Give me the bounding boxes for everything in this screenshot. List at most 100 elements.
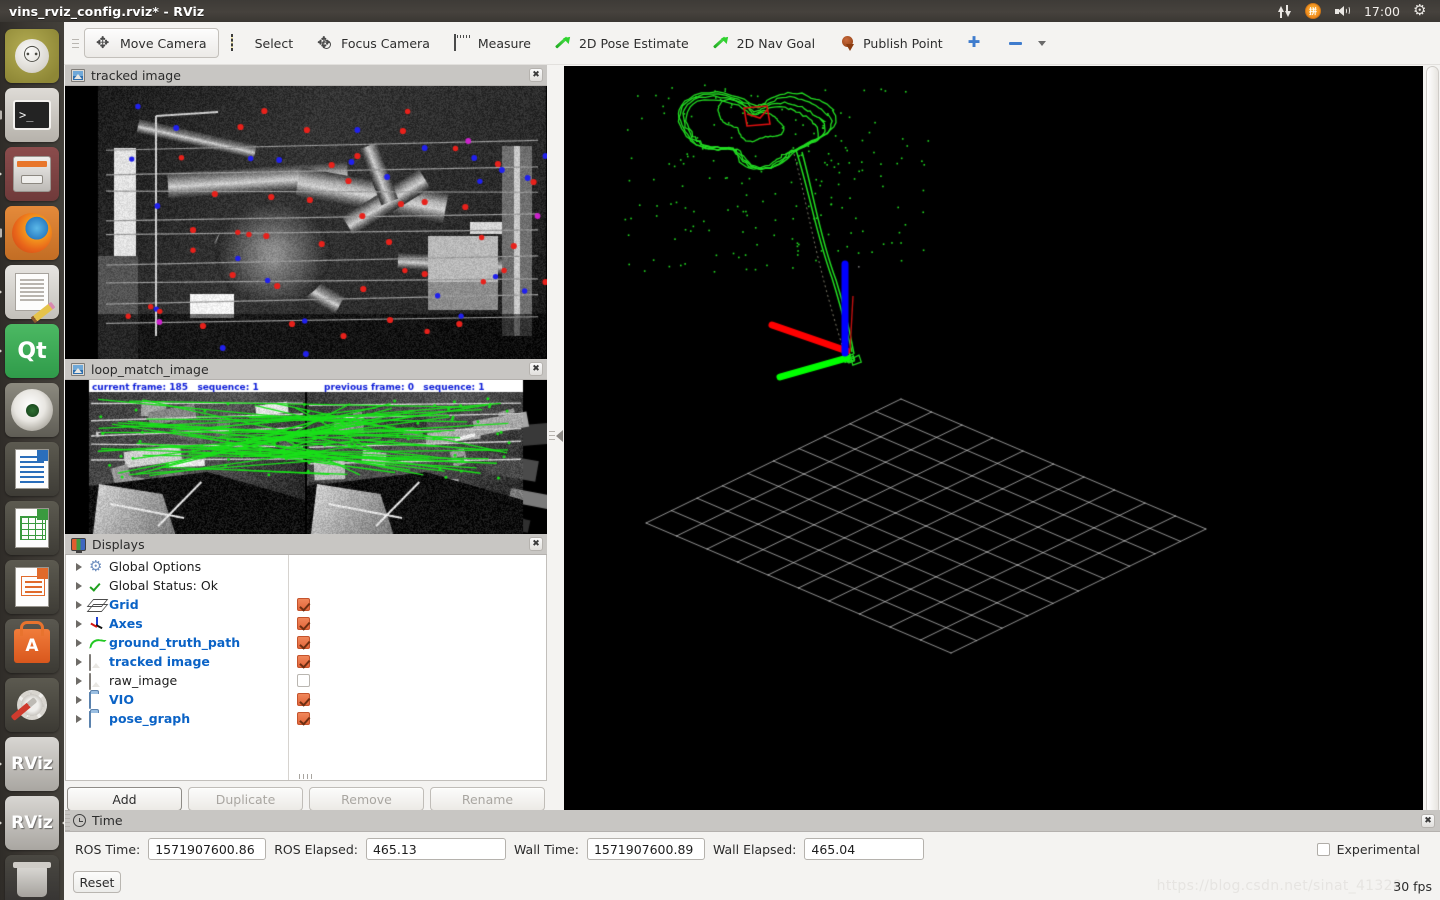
tool-publish-point[interactable]: Publish Point [827,28,955,58]
wall-time-field[interactable]: 1571907600.89 [586,838,705,860]
tool-2d-nav-goal[interactable]: 2D Nav Goal [701,28,827,58]
display-row-grid[interactable]: Grid [66,595,288,614]
launcher-item-qt-creator[interactable]: Qt [0,324,59,378]
panel-drag-handle[interactable] [65,810,70,832]
volume-icon[interactable] [1328,0,1358,22]
display-label: Global Options [109,559,202,574]
experimental-checkbox[interactable] [1316,842,1330,856]
add-tool-button[interactable] [955,28,996,58]
3d-render-canvas [564,66,1422,816]
window-title: vins_rviz_config.rviz* - RViz [9,3,205,19]
display-row-global-options[interactable]: Global Options [66,557,288,576]
displays-enable-checkbox-column [297,557,337,728]
reset-button[interactable]: Reset [73,871,121,893]
display-row-ground-truth-path[interactable]: ground_truth_path [66,633,288,652]
network-updown-icon[interactable] [1271,0,1298,22]
tool-2d-pose-estimate[interactable]: 2D Pose Estimate [543,28,701,58]
close-icon[interactable]: ✖ [529,68,543,82]
launcher-item-terminal[interactable]: >_ [0,88,59,142]
chevron-down-icon[interactable] [1037,40,1046,46]
checkbox-slot [297,576,337,595]
clock[interactable]: 17:00 [1358,4,1406,19]
checkbox-grid[interactable] [297,595,337,614]
launcher-item-eye-viewer[interactable] [5,383,59,437]
checkbox-vio[interactable] [297,690,337,709]
expander-icon[interactable] [75,638,84,647]
wall-time-label: Wall Time: [513,841,579,857]
checkbox-tracked-image[interactable] [297,652,337,671]
render-vertical-scrollbar[interactable] [1426,66,1439,815]
add-button[interactable]: Add [67,787,182,811]
splitter-grip[interactable] [549,431,555,441]
display-row-vio[interactable]: VIO [66,690,288,709]
grid-icon [89,598,104,612]
wall-elapsed-field[interactable]: 465.04 [804,838,925,860]
expander-icon[interactable] [75,581,84,590]
ros-elapsed-field[interactable]: 465.13 [365,838,506,860]
tool-2d-pose-estimate-label: 2D Pose Estimate [578,35,689,51]
expander-icon[interactable] [75,600,84,609]
3d-render-view[interactable] [564,66,1423,816]
tool-move-camera[interactable]: Move Camera [84,28,219,58]
collapse-left-arrow-icon[interactable] [556,430,563,442]
ros-elapsed-label: ROS Elapsed: [274,841,358,857]
launcher-item-text-editor[interactable] [0,265,59,324]
close-icon[interactable]: ✖ [529,537,543,551]
checkbox-ground-truth-path[interactable] [297,633,337,652]
launcher-item-rviz-2[interactable]: RViz [0,796,67,850]
input-method-icon[interactable]: 拼 [1298,0,1328,22]
checkbox-axes[interactable] [297,614,337,633]
horizontal-scroll-grip[interactable] [299,774,313,779]
expander-icon[interactable] [75,714,84,723]
rviz-toolbar: Move Camera Select Focus Camera Measure … [64,22,1440,65]
checkbox-raw-image[interactable] [297,671,337,690]
tracked-image-view[interactable] [65,86,547,359]
launcher-item-libreoffice-writer[interactable] [5,442,59,496]
launcher-item-ubuntu-dash[interactable]: ⚇ [5,29,59,83]
remove-tool-button[interactable] [996,28,1058,58]
checkbox-pose-graph[interactable] [297,709,337,728]
display-row-raw-image[interactable]: raw_image [66,671,288,690]
launcher-item-libreoffice-impress[interactable] [5,560,59,614]
ros-time-field[interactable]: 1571907600.86 [148,838,267,860]
launcher-item-system-settings[interactable] [5,678,59,732]
map-pin-icon [839,35,856,52]
launcher-item-files[interactable] [0,147,59,201]
display-row-global-status[interactable]: Global Status: Ok [66,576,288,595]
display-row-tracked-image[interactable]: tracked image [66,652,288,671]
expander-icon[interactable] [75,676,84,685]
expander-icon[interactable] [75,562,84,571]
loop-match-image-view[interactable] [65,380,547,534]
duplicate-button[interactable]: Duplicate [188,787,303,811]
tool-select[interactable]: Select [219,28,306,58]
system-settings-icon[interactable] [1406,0,1434,22]
toolbar-drag-handle[interactable] [72,32,80,54]
panel-title-tracked-image: tracked image [91,67,181,83]
remove-button[interactable]: Remove [309,787,424,811]
move-camera-icon [96,33,113,52]
time-panel-title: Time [92,813,123,828]
close-icon[interactable]: ✖ [1421,813,1435,828]
display-label: raw_image [109,673,178,688]
launcher-item-trash[interactable] [5,855,59,900]
display-row-axes[interactable]: Axes [66,614,288,633]
wall-elapsed-label: Wall Elapsed: [712,841,797,857]
tool-focus-camera[interactable]: Focus Camera [305,28,442,58]
screen: vins_rviz_config.rviz* - RViz 拼 17:00 ⚇ … [0,0,1440,900]
experimental-toggle[interactable]: Experimental [1316,842,1430,857]
expander-icon[interactable] [75,657,84,666]
expander-icon[interactable] [75,619,84,628]
dock-splitter[interactable] [547,65,564,817]
launcher-item-ubuntu-software[interactable]: A [5,619,59,673]
tool-measure[interactable]: Measure [442,28,543,58]
system-tray: 拼 17:00 [1271,0,1440,22]
close-icon[interactable]: ✖ [529,362,543,376]
rename-button[interactable]: Rename [430,787,545,811]
launcher-item-rviz-1[interactable]: RViz [0,737,59,791]
display-row-pose-graph[interactable]: pose_graph [66,709,288,728]
expander-icon[interactable] [75,695,84,704]
panel-header-tracked-image: tracked image ✖ [65,65,547,86]
launcher-item-firefox[interactable] [0,206,59,260]
launcher-item-libreoffice-calc[interactable] [5,501,59,555]
ros-time-label: ROS Time: [75,841,141,857]
